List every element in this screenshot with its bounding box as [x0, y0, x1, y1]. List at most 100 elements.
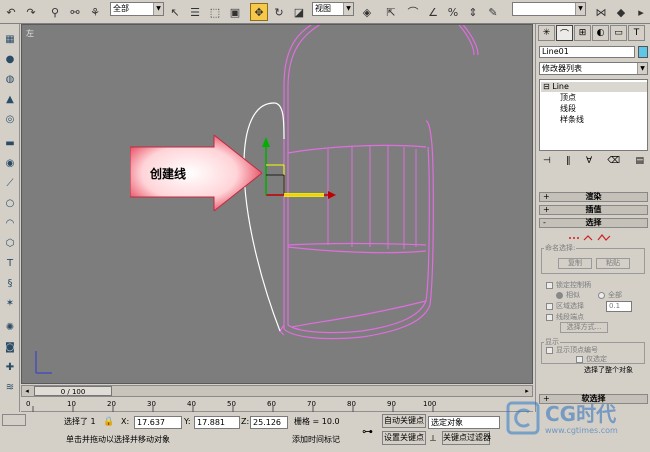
select-by-label: 选择方式... — [566, 323, 602, 331]
named-selection-sets-select[interactable]: ▼ — [512, 2, 586, 16]
time-next-icon[interactable]: ▸ — [522, 386, 532, 396]
percent-snap-icon[interactable]: % — [444, 3, 462, 21]
set-key-label: 设置关键点 — [384, 433, 424, 442]
move-gizmo[interactable] — [262, 137, 336, 199]
time-slider-knob[interactable]: 0 / 100 — [34, 386, 112, 396]
sub-object-level-icons[interactable] — [566, 232, 616, 244]
rollout-soft-selection[interactable]: + 软选择 — [539, 394, 648, 404]
time-slider[interactable]: ◂ 0 / 100 ▸ — [21, 385, 533, 397]
window-crossing-icon[interactable]: ▣ — [226, 3, 244, 21]
circle-icon[interactable]: ○ — [3, 196, 17, 210]
stack-item-spline[interactable]: 样条线 — [560, 115, 584, 125]
area-selection-spinner[interactable]: 0.1 — [606, 301, 632, 312]
rollout-selection[interactable]: - 选择 — [539, 218, 648, 228]
lock-handles-checkbox[interactable] — [546, 282, 553, 289]
display-tab-icon[interactable]: ▭ — [610, 25, 627, 41]
create-tab-icon[interactable]: ✳ — [538, 25, 555, 41]
bind-spacewarp-icon[interactable]: ⚘ — [86, 3, 104, 21]
undo-icon[interactable]: ↶ — [2, 3, 20, 21]
object-name-value: Line01 — [542, 47, 569, 56]
ruler-tick-label: 50 — [227, 400, 236, 408]
angle-snap-icon[interactable]: ∠ — [424, 3, 442, 21]
select-and-move-icon[interactable]: ✥ — [250, 3, 268, 21]
rollout-title: 选择 — [585, 218, 602, 227]
remove-modifier-icon[interactable]: ⌫ — [607, 156, 620, 170]
more-tools-icon[interactable]: ▸ — [632, 3, 650, 21]
ngon-icon[interactable]: ⬡ — [3, 236, 17, 250]
cylinder-icon[interactable]: ◍ — [3, 72, 17, 86]
viewport-left[interactable]: 左 创建线 — [21, 24, 533, 384]
selected-only-checkbox[interactable] — [576, 356, 583, 363]
make-unique-icon[interactable]: ∀ — [586, 156, 592, 170]
copy-button[interactable]: 复制 — [558, 258, 592, 269]
snap-toggle-icon[interactable]: ⌒ — [404, 3, 422, 21]
modifier-list-select[interactable]: 修改器列表 ▼ — [539, 62, 648, 75]
configure-sets-icon[interactable]: ▤ — [635, 156, 644, 170]
show-vertex-numbers-checkbox[interactable] — [546, 347, 553, 354]
tube-icon[interactable]: ◎ — [3, 112, 17, 126]
torus-icon[interactable]: ◉ — [3, 156, 17, 170]
modify-tab-icon[interactable]: ⌒ — [556, 25, 573, 41]
maxscript-listener-icon[interactable] — [2, 414, 26, 426]
select-and-rotate-icon[interactable]: ↻ — [270, 3, 288, 21]
rollout-interpolation[interactable]: + 插值 — [539, 205, 648, 215]
key-filter-select[interactable]: 选定对象 — [428, 416, 500, 429]
pivot-center-icon[interactable]: ◈ — [358, 3, 376, 21]
helix-icon[interactable]: § — [3, 276, 17, 290]
stack-item-vertex[interactable]: 顶点 — [560, 93, 576, 103]
auto-key-button[interactable]: 自动关键点 — [382, 414, 426, 428]
line-icon[interactable]: ⟋ — [3, 176, 17, 190]
object-name-field[interactable]: Line01 — [539, 46, 635, 58]
unlink-icon[interactable]: ⚯ — [66, 3, 84, 21]
star-icon[interactable]: ✶ — [3, 296, 17, 310]
hierarchy-tab-icon[interactable]: ⊞ — [574, 25, 591, 41]
key-filters-button[interactable]: 关键点过滤器 — [442, 431, 491, 445]
selection-filter-select[interactable]: 全部 ▼ — [110, 2, 164, 16]
paste-button[interactable]: 粘贴 — [596, 258, 630, 269]
object-color-swatch[interactable] — [638, 46, 648, 58]
all-radio[interactable] — [598, 292, 605, 299]
area-selection-checkbox[interactable] — [546, 303, 553, 310]
sphere-icon[interactable]: ● — [3, 52, 17, 66]
segment-end-checkbox[interactable] — [546, 314, 553, 321]
time-prev-icon[interactable]: ◂ — [22, 386, 32, 396]
select-and-scale-icon[interactable]: ◪ — [290, 3, 308, 21]
plane-icon[interactable]: ▬ — [3, 136, 17, 150]
utilities-tab-icon[interactable]: T — [628, 25, 645, 41]
spacewarp-icon[interactable]: ≋ — [3, 380, 17, 394]
spinner-snap-icon[interactable]: ⇕ — [464, 3, 482, 21]
select-object-icon[interactable]: ↖ — [166, 3, 184, 21]
mirror-icon[interactable]: ⋈ — [592, 3, 610, 21]
motion-tab-icon[interactable]: ◐ — [592, 25, 609, 41]
set-key-button[interactable]: 设置关键点 — [382, 431, 426, 445]
rollout-render[interactable]: + 渲染 — [539, 192, 648, 202]
lock-icon[interactable]: 🔒 — [103, 416, 114, 428]
helper-icon[interactable]: ✚ — [3, 360, 17, 374]
light-icon[interactable]: ✺ — [3, 320, 17, 334]
select-by-button[interactable]: 选择方式... — [560, 322, 608, 333]
named-selection-icon[interactable]: ✎ — [484, 3, 502, 21]
reference-coordinate-select[interactable]: 视图 ▼ — [312, 2, 354, 16]
align-icon[interactable]: ◆ — [612, 3, 630, 21]
key-mode-icon[interactable]: ⟂ — [430, 433, 436, 445]
track-ruler[interactable]: 0 10 20 30 40 50 60 70 80 90 100 — [21, 398, 533, 412]
box-icon[interactable]: ▦ — [3, 32, 17, 46]
stack-item-line[interactable]: ⊟ Line — [541, 82, 647, 92]
camera-icon[interactable]: ◙ — [3, 340, 17, 354]
manipulate-icon[interactable]: ⇱ — [382, 3, 400, 21]
pin-stack-icon[interactable]: ⊣ — [543, 156, 551, 170]
rectangle-selection-icon[interactable]: ⬚ — [206, 3, 224, 21]
similar-radio[interactable] — [556, 292, 563, 299]
add-time-tag-button[interactable]: 添加时间标记 — [292, 434, 340, 446]
select-by-name-icon[interactable]: ☰ — [186, 3, 204, 21]
redo-icon[interactable]: ↷ — [22, 3, 40, 21]
stack-item-segment[interactable]: 线段 — [560, 104, 576, 114]
select-link-icon[interactable]: ⚲ — [46, 3, 64, 21]
cone-icon[interactable]: ▲ — [3, 92, 17, 106]
x-coordinate-field[interactable]: 17.637 — [134, 416, 182, 429]
text-icon[interactable]: T — [3, 256, 17, 270]
show-end-result-icon[interactable]: ‖ — [566, 156, 571, 170]
y-coordinate-field[interactable]: 17.881 — [194, 416, 240, 429]
arc-icon[interactable]: ◠ — [3, 216, 17, 230]
z-coordinate-field[interactable]: 25.126 — [250, 416, 288, 429]
